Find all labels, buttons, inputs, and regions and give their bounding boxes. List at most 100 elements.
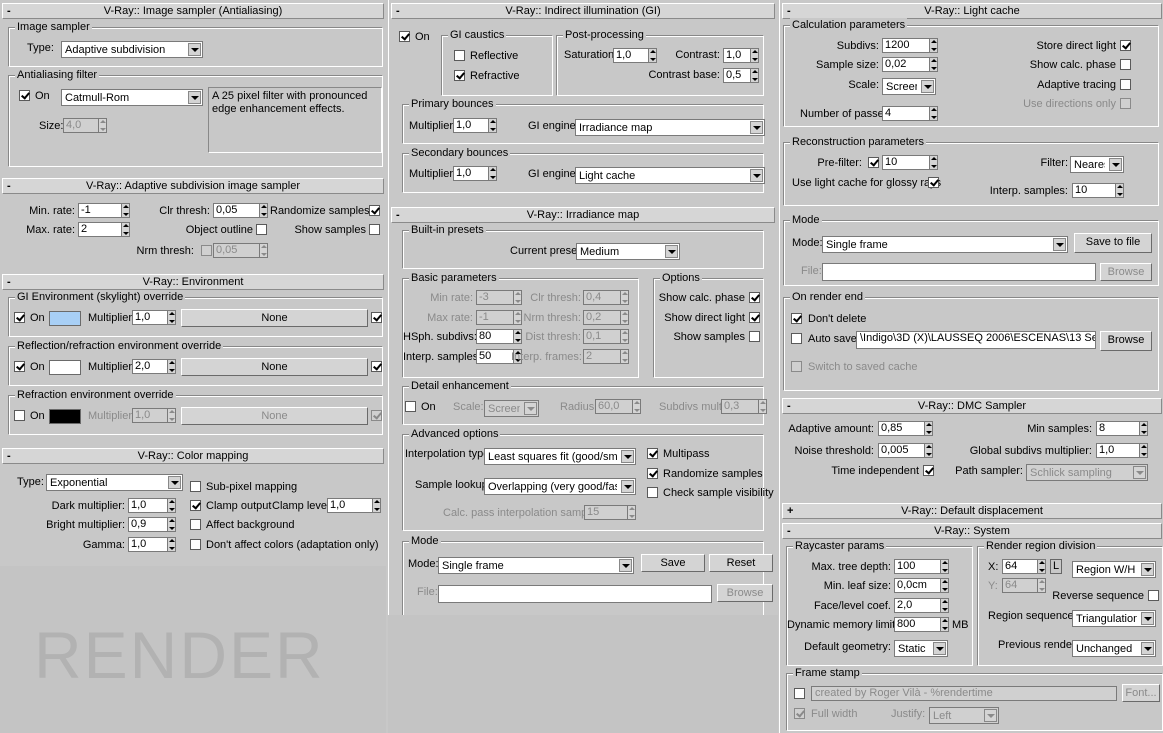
face-level-spinner[interactable]: 2,0 (894, 598, 949, 613)
filter-size-spinner[interactable]: 4,0 (63, 118, 107, 133)
gamma-spinner[interactable]: 1,0 (128, 537, 176, 552)
auto-save-browse-button[interactable]: Browse (1100, 331, 1152, 351)
clamp-output-checkbox[interactable] (190, 500, 201, 511)
refl-env-on-checkbox[interactable] (14, 361, 25, 372)
auto-save-path-field[interactable]: \Indigo\3D (X)\LAUSSEQ 2006\ESCENAS\13 S… (856, 331, 1096, 349)
aa-filter-dropdown[interactable]: Catmull-Rom (61, 89, 203, 106)
region-x-spinner[interactable]: 64 (1002, 559, 1046, 574)
refr-env-multiplier-spinner[interactable]: 1,0 (132, 408, 176, 423)
irr-show-calc-checkbox[interactable] (749, 292, 760, 303)
current-preset-dropdown[interactable]: Medium (576, 243, 680, 260)
irr-interp-frames-spinner[interactable]: 2 (583, 349, 629, 364)
randomize-samples-checkbox[interactable] (369, 205, 380, 216)
adaptive-tracing-checkbox[interactable] (1120, 79, 1131, 90)
lc-mode-dropdown[interactable]: Single frame (822, 236, 1068, 253)
dmc-sampler-header[interactable]: - V-Ray:: DMC Sampler (782, 398, 1162, 414)
save-to-file-button[interactable]: Save to file (1074, 233, 1152, 253)
gi-env-multiplier-spinner[interactable]: 1,0 (132, 310, 176, 325)
refl-env-multiplier-spinner[interactable]: 2,0 (132, 359, 176, 374)
object-outline-checkbox[interactable] (256, 224, 267, 235)
irr-file-field[interactable] (438, 585, 712, 603)
lc-show-calc-checkbox[interactable] (1120, 59, 1131, 70)
show-samples-checkbox[interactable] (369, 224, 380, 235)
min-rate-spinner[interactable]: -1 (78, 203, 130, 218)
color-mapping-header[interactable]: - V-Ray:: Color mapping (2, 448, 384, 464)
refr-env-map-button[interactable]: None (181, 407, 368, 425)
irr-min-rate-spinner[interactable]: -3 (476, 290, 522, 305)
nrm-thresh-spinner[interactable]: 0,05 (213, 243, 268, 258)
bright-multiplier-spinner[interactable]: 0,9 (128, 517, 176, 532)
default-geometry-dropdown[interactable]: Static (894, 640, 948, 657)
refl-env-map-checkbox[interactable] (371, 361, 382, 372)
switch-saved-cache-checkbox[interactable] (791, 361, 802, 372)
lc-interp-spinner[interactable]: 10 (1072, 183, 1124, 198)
justify-dropdown[interactable]: Left (929, 707, 999, 724)
min-leaf-spinner[interactable]: 0,0cm (894, 578, 949, 593)
color-mapping-type-dropdown[interactable]: Exponential (46, 474, 183, 491)
noise-threshold-spinner[interactable]: 0,005 (878, 443, 933, 458)
sample-lookup-dropdown[interactable]: Overlapping (very good/fast) (484, 478, 636, 495)
system-header[interactable]: - V-Ray:: System (782, 523, 1162, 539)
subpixel-mapping-checkbox[interactable] (190, 481, 201, 492)
reverse-sequence-checkbox[interactable] (1148, 590, 1159, 601)
memory-limit-spinner[interactable]: 800 (894, 617, 949, 632)
full-width-checkbox[interactable] (794, 708, 805, 719)
dont-affect-colors-checkbox[interactable] (190, 539, 201, 550)
irr-reset-button[interactable]: Reset (709, 554, 773, 572)
refractive-caustics-checkbox[interactable] (454, 70, 465, 81)
use-directions-checkbox[interactable] (1120, 98, 1131, 109)
irr-dist-thresh-spinner[interactable]: 0,1 (583, 329, 629, 344)
store-direct-checkbox[interactable] (1120, 40, 1131, 51)
refr-env-color-swatch[interactable] (49, 409, 81, 424)
primary-engine-dropdown[interactable]: Irradiance map (575, 119, 765, 136)
refr-env-on-checkbox[interactable] (14, 410, 25, 421)
irr-mode-dropdown[interactable]: Single frame (438, 557, 634, 574)
time-independent-checkbox[interactable] (923, 465, 934, 476)
refl-env-color-swatch[interactable] (49, 360, 81, 375)
clr-thresh-spinner[interactable]: 0,05 (213, 203, 268, 218)
affect-background-checkbox[interactable] (190, 519, 201, 530)
detail-radius-spinner[interactable]: 60,0 (595, 399, 641, 414)
irr-browse-button[interactable]: Browse (717, 584, 773, 602)
font-button[interactable]: Font... (1122, 684, 1160, 702)
global-subdivs-spinner[interactable]: 1,0 (1096, 443, 1148, 458)
check-visibility-checkbox[interactable] (647, 487, 658, 498)
refl-env-map-button[interactable]: None (181, 358, 368, 376)
previous-render-dropdown[interactable]: Unchanged (1072, 640, 1156, 657)
lc-scale-dropdown[interactable]: Screen (882, 78, 936, 95)
max-rate-spinner[interactable]: 2 (78, 222, 130, 237)
irr-nrm-thresh-spinner[interactable]: 0,2 (583, 310, 629, 325)
region-sequence-dropdown[interactable]: Triangulation (1072, 610, 1156, 627)
hsph-subdivs-spinner[interactable]: 80 (476, 329, 522, 344)
irr-clr-thresh-spinner[interactable]: 0,4 (583, 290, 629, 305)
dark-multiplier-spinner[interactable]: 1,0 (128, 498, 176, 513)
irr-save-button[interactable]: Save (641, 554, 705, 572)
prefilter-spinner[interactable]: 10 (882, 155, 938, 170)
adaptive-subdivision-header[interactable]: - V-Ray:: Adaptive subdivision image samp… (2, 178, 384, 194)
lc-filter-dropdown[interactable]: Nearest (1070, 156, 1124, 173)
lc-file-field[interactable] (822, 263, 1096, 281)
min-samples-spinner[interactable]: 8 (1096, 421, 1148, 436)
secondary-multiplier-spinner[interactable]: 1,0 (453, 166, 497, 181)
aa-on-checkbox[interactable] (19, 90, 30, 101)
gi-env-map-checkbox[interactable] (371, 312, 382, 323)
gi-env-color-swatch[interactable] (49, 311, 81, 326)
prefilter-checkbox[interactable] (868, 157, 879, 168)
secondary-engine-dropdown[interactable]: Light cache (575, 167, 765, 184)
irradiance-map-header[interactable]: - V-Ray:: Irradiance map (391, 207, 775, 223)
contrast-spinner[interactable]: 1,0 (723, 48, 759, 63)
interpolation-type-dropdown[interactable]: Least squares fit (good/smooth (484, 448, 636, 465)
auto-save-checkbox[interactable] (791, 333, 802, 344)
environment-header[interactable]: - V-Ray:: Environment (2, 274, 384, 290)
sampler-type-dropdown[interactable]: Adaptive subdivision (61, 41, 203, 58)
irr-randomize-checkbox[interactable] (647, 468, 658, 479)
gi-env-map-button[interactable]: None (181, 309, 368, 327)
irr-show-samples-checkbox[interactable] (749, 331, 760, 342)
clamp-level-spinner[interactable]: 1,0 (327, 498, 381, 513)
tree-depth-spinner[interactable]: 100 (894, 559, 949, 574)
region-mode-dropdown[interactable]: Region W/H (1072, 561, 1156, 578)
adaptive-amount-spinner[interactable]: 0,85 (878, 421, 933, 436)
frame-stamp-checkbox[interactable] (794, 688, 805, 699)
gi-header[interactable]: - V-Ray:: Indirect illumination (GI) (391, 3, 775, 19)
lc-browse-button[interactable]: Browse (1100, 263, 1152, 281)
